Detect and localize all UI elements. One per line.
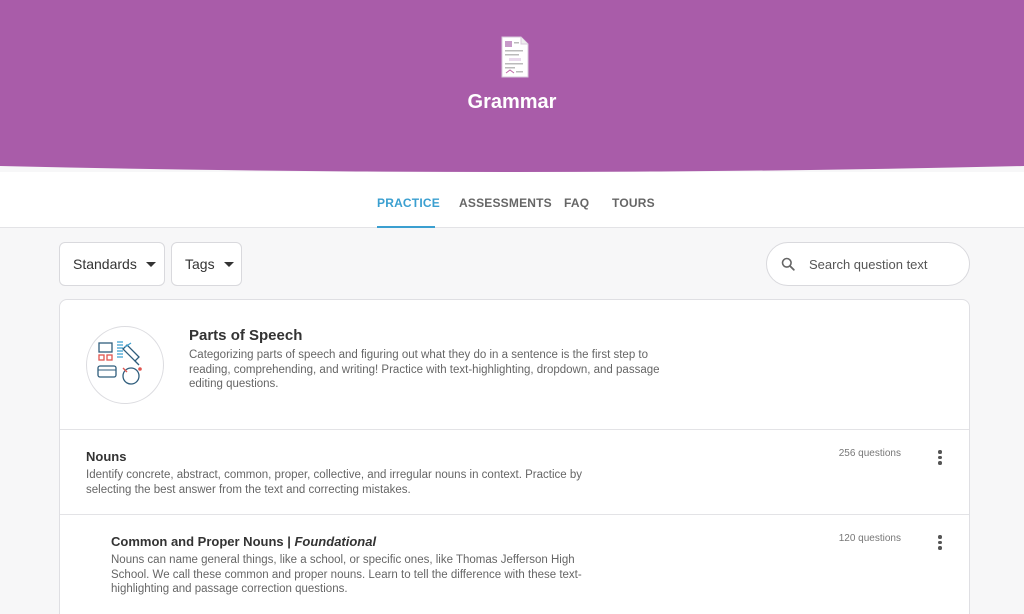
standards-dropdown-label: Standards — [73, 256, 137, 272]
skill-level: Foundational — [294, 534, 377, 549]
topic-description: Categorizing parts of speech and figurin… — [189, 349, 660, 390]
more-options-icon[interactable] — [937, 535, 943, 551]
question-count: 120 questions — [838, 533, 901, 544]
standards-dropdown[interactable]: Standards — [59, 242, 165, 286]
search-input[interactable] — [809, 256, 959, 272]
skill-title-text: Common and Proper Nouns | — [111, 534, 295, 549]
search-box[interactable] — [766, 242, 970, 286]
caret-down-icon — [145, 261, 156, 267]
page-header: Grammar — [0, 0, 1024, 178]
topic-header: Parts of Speech Categorizing parts of sp… — [60, 300, 969, 430]
caret-down-icon — [223, 261, 234, 267]
active-tab-indicator — [377, 226, 435, 228]
grammar-document-icon — [501, 36, 529, 78]
tags-dropdown-label: Tags — [185, 256, 215, 272]
topic-illustration-frame — [86, 326, 164, 404]
page-title: Grammar — [467, 91, 557, 113]
tags-dropdown[interactable]: Tags — [171, 242, 242, 286]
header-background — [0, 0, 1024, 172]
skill-row-common-proper-nouns[interactable]: Common and Proper Nouns | Foundational N… — [60, 515, 969, 614]
search-icon — [781, 257, 795, 271]
tab-faq[interactable]: FAQ — [564, 196, 589, 210]
skill-title: Common and Proper Nouns | Foundational — [111, 534, 376, 549]
topic-card: Parts of Speech Categorizing parts of sp… — [59, 299, 970, 614]
skill-title: Nouns — [86, 449, 127, 464]
skill-description: Identify concrete, abstract, common, pro… — [86, 469, 583, 496]
section-tabs: PRACTICE ASSESSMENTS FAQ TOURS — [0, 172, 1024, 228]
tab-assessments[interactable]: ASSESSMENTS — [459, 196, 552, 210]
tab-practice[interactable]: PRACTICE — [377, 196, 440, 210]
skill-row-nouns[interactable]: Nouns Identify concrete, abstract, commo… — [60, 430, 969, 515]
tab-tours[interactable]: TOURS — [612, 196, 655, 210]
skill-description: Nouns can name general things, like a sc… — [111, 554, 582, 595]
question-count: 256 questions — [838, 448, 901, 459]
topic-title: Parts of Speech — [189, 327, 303, 344]
parts-of-speech-illustration — [97, 341, 142, 385]
more-options-icon[interactable] — [937, 450, 943, 466]
